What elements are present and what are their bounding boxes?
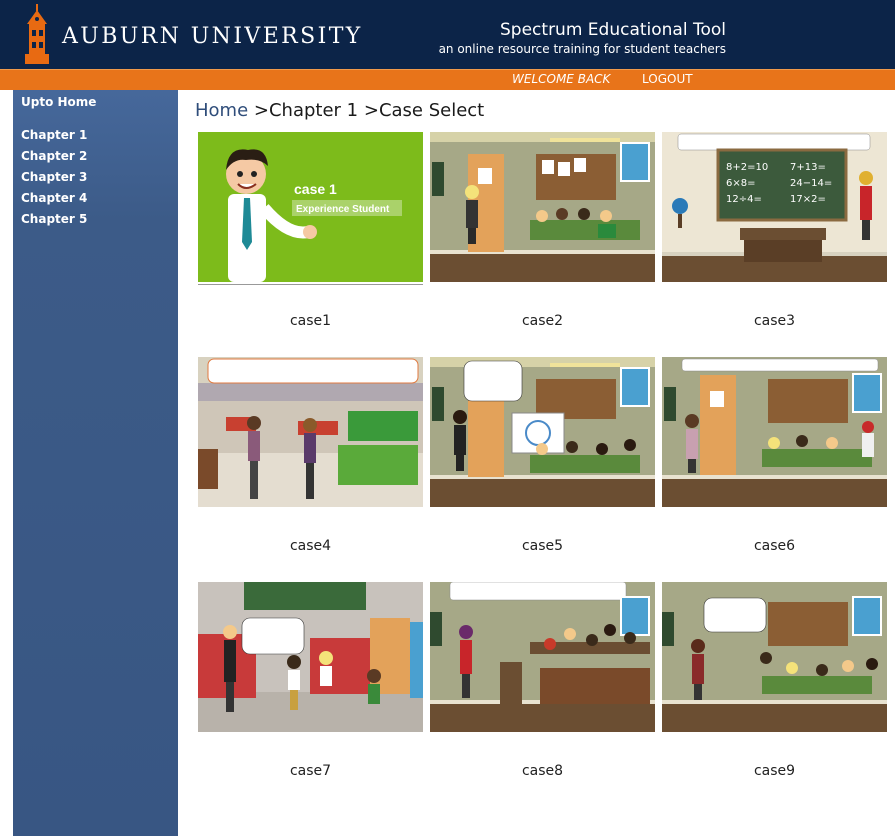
case5-label[interactable]: case5 — [430, 538, 655, 554]
case9-label[interactable]: case9 — [662, 763, 887, 779]
case9-thumbnail[interactable] — [662, 582, 887, 732]
case-card-1: case 1 Experience Student case1 — [198, 132, 423, 329]
case-card-7: case7 — [198, 582, 423, 779]
case-card-9: case9 — [662, 582, 887, 779]
case3-board-line-2: 7+13= — [790, 162, 826, 173]
case3-thumbnail[interactable]: 8+2=10 7+13= 6×8= 24−14= 12÷4= 17×2= — [662, 132, 887, 282]
case2-label[interactable]: case2 — [430, 313, 655, 329]
welcome-text: WELCOME BACK — [512, 72, 611, 86]
case-card-4: case4 — [198, 357, 423, 554]
case3-label[interactable]: case3 — [662, 313, 887, 329]
case1-underline — [198, 284, 423, 285]
case5-thumbnail[interactable] — [430, 357, 655, 507]
case4-label[interactable]: case4 — [198, 538, 423, 554]
case-card-8: case8 — [430, 582, 655, 779]
sidebar-item-home[interactable]: Upto Home — [21, 95, 96, 109]
sidebar-item-chapter-1[interactable]: Chapter 1 — [21, 128, 87, 142]
case-card-3: 8+2=10 7+13= 6×8= 24−14= 12÷4= 17×2= cas… — [662, 132, 887, 329]
case3-board-line-3: 6×8= — [726, 178, 755, 189]
breadcrumb-chapter: >Chapter 1 — [253, 100, 359, 121]
case1-banner-title: case 1 — [294, 181, 337, 197]
case4-thumbnail[interactable] — [198, 357, 423, 507]
sidebar-item-chapter-3[interactable]: Chapter 3 — [21, 170, 87, 184]
samford-tower-logo-icon — [25, 4, 49, 64]
sidebar: Upto Home Chapter 1 Chapter 2 Chapter 3 … — [13, 90, 178, 836]
case-card-5: case5 — [430, 357, 655, 554]
breadcrumb: Home >Chapter 1 >Case Select — [195, 100, 484, 121]
case1-thumbnail[interactable]: case 1 Experience Student — [198, 132, 423, 282]
case-card-6: case6 — [662, 357, 887, 554]
case6-thumbnail[interactable] — [662, 357, 887, 507]
logout-link[interactable]: LOGOUT — [642, 72, 693, 86]
case3-board-line-4: 24−14= — [790, 178, 832, 189]
tool-title: Spectrum Educational Tool — [500, 20, 726, 40]
sidebar-item-chapter-2[interactable]: Chapter 2 — [21, 149, 87, 163]
case3-board-line-5: 12÷4= — [726, 194, 762, 205]
case3-board-line-1: 8+2=10 — [726, 162, 768, 173]
case2-thumbnail[interactable] — [430, 132, 655, 282]
case-card-2: case2 — [430, 132, 655, 329]
case8-label[interactable]: case8 — [430, 763, 655, 779]
case7-label[interactable]: case7 — [198, 763, 423, 779]
case3-board-line-6: 17×2= — [790, 194, 826, 205]
case1-label[interactable]: case1 — [198, 313, 423, 329]
tool-subtitle: an online resource training for student … — [438, 42, 726, 56]
case8-thumbnail[interactable] — [430, 582, 655, 732]
sidebar-item-chapter-5[interactable]: Chapter 5 — [21, 212, 87, 226]
breadcrumb-current: >Case Select — [363, 100, 485, 121]
brand-name: AUBURN UNIVERSITY — [62, 24, 363, 49]
breadcrumb-home-link[interactable]: Home — [195, 100, 248, 121]
sidebar-item-chapter-4[interactable]: Chapter 4 — [21, 191, 87, 205]
top-nav-bar: WELCOME BACK LOGOUT — [0, 69, 895, 90]
case7-thumbnail[interactable] — [198, 582, 423, 732]
site-header: AUBURN UNIVERSITY Spectrum Educational T… — [0, 0, 895, 69]
case1-banner-subtitle: Experience Student — [296, 204, 390, 215]
case6-label[interactable]: case6 — [662, 538, 887, 554]
